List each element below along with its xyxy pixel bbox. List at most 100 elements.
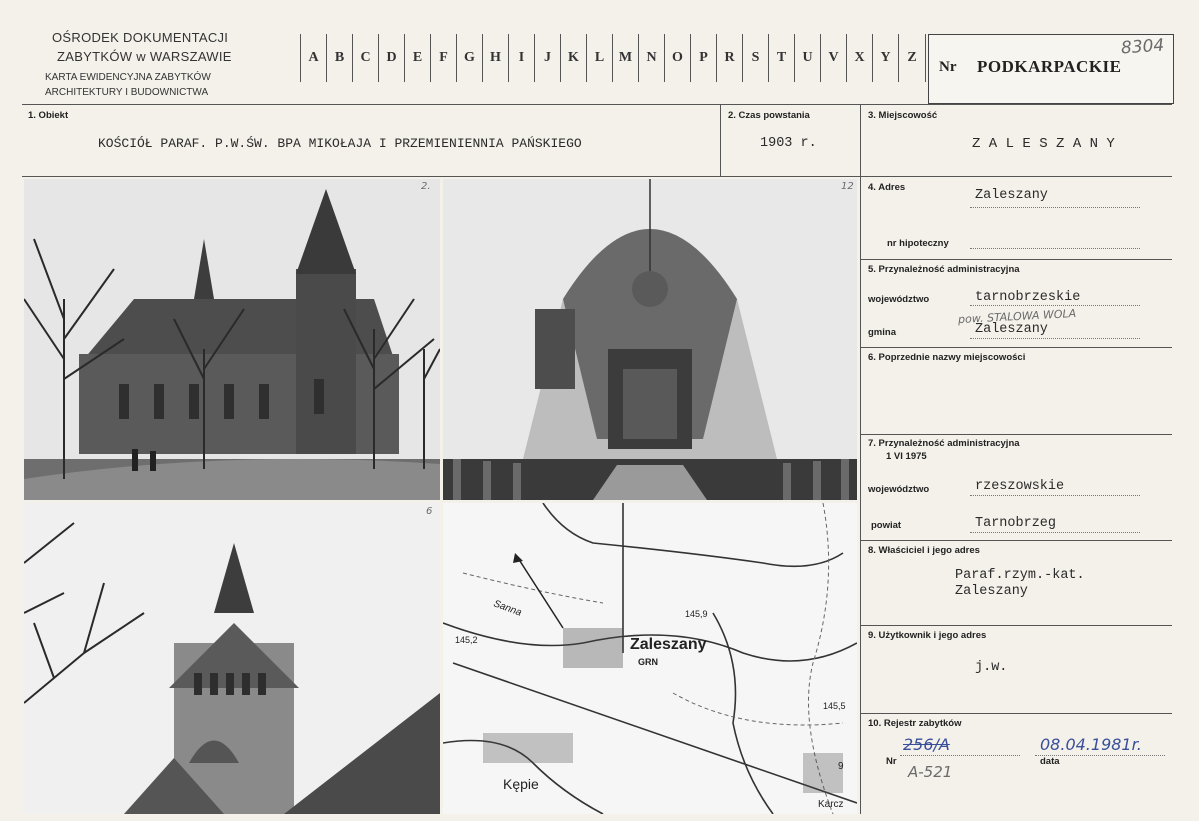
- gmina-label: gmina: [868, 327, 896, 338]
- rejestr-nr-extra: A-521: [908, 763, 953, 781]
- section-rule: [860, 259, 1172, 260]
- obiekt-label: 1. Obiekt: [28, 110, 69, 121]
- section-rule: [860, 434, 1172, 435]
- rejestr-nr-line: [900, 755, 1020, 756]
- uzytkownik-label: 9. Użytkownik i jego adres: [868, 630, 987, 641]
- czas-label: 2. Czas powstania: [728, 110, 810, 121]
- object-row-rule: [22, 176, 1172, 177]
- wojewodztwo-label: województwo: [868, 294, 930, 305]
- przynaleznosc-label: 5. Przynależność administracyjna: [868, 264, 1020, 275]
- map-elevation-3: 145,5: [823, 701, 846, 711]
- photo2-number: 12: [841, 181, 854, 192]
- alphabet-letter: I: [508, 34, 534, 82]
- adres-value: Zaleszany: [975, 188, 1048, 203]
- przynaleznosc1975-label: 7. Przynależność administracyjna: [868, 438, 1020, 449]
- przynaleznosc1975-date: 1 VI 1975: [886, 451, 927, 462]
- adres-line: [970, 207, 1140, 208]
- poprzednie-label: 6. Poprzednie nazwy miejscowości: [868, 352, 1026, 363]
- nr-value: PODKARPACKIE: [977, 57, 1122, 76]
- powiat-label: powiat: [871, 520, 902, 531]
- map-grid-number: 9: [838, 761, 844, 772]
- divider: [720, 104, 721, 176]
- alphabet-letter: L: [586, 34, 612, 82]
- alphabet-letter: J: [534, 34, 560, 82]
- section-rule: [860, 713, 1172, 714]
- powiat-line: [970, 532, 1140, 533]
- church-interior-image: [443, 179, 857, 500]
- institution-name-line1: OŚRODEK DOKUMENTACJI: [52, 30, 229, 45]
- alphabet-letter: D: [378, 34, 404, 82]
- header-rule: [22, 104, 1172, 105]
- alphabet-letter: O: [664, 34, 690, 82]
- wlasciciel-line2: Zaleszany: [955, 584, 1028, 599]
- alphabet-letter: A: [300, 34, 326, 82]
- card-type-line2: ARCHITEKTURY I BUDOWNICTWA: [45, 87, 209, 98]
- miejscowosc-value: Z A L E S Z A N Y: [972, 136, 1115, 152]
- rejestr-data-value: 08.04.1981r.: [1040, 735, 1142, 754]
- map-elevation-1: 145,2: [455, 635, 478, 645]
- photo3-number: 6: [426, 506, 433, 517]
- section-rule: [860, 347, 1172, 348]
- miejscowosc-label: 3. Miejscowość: [868, 110, 938, 121]
- wojewodztwo1975-value: rzeszowskie: [975, 479, 1065, 494]
- alphabet-letter: K: [560, 34, 586, 82]
- institution-name-line2: ZABYTKÓW w WARSZAWIE: [57, 49, 232, 64]
- alphabet-letter: B: [326, 34, 352, 82]
- church-exterior-image: [24, 179, 440, 500]
- rejestr-nr-value: 256/A: [903, 735, 950, 754]
- alphabet-index: ABCDEFGHIJKLMNOPRSTUVXYZ: [300, 34, 926, 82]
- obiekt-value: KOŚCIÓŁ PARAF. P.W.ŚW. BPA MIKOŁAJA I PR…: [98, 136, 582, 151]
- map-town-label: Zaleszany: [630, 636, 707, 653]
- alphabet-letter: R: [716, 34, 742, 82]
- rejestr-nr-label: Nr: [886, 756, 897, 767]
- wojewodztwo-line: [970, 305, 1140, 306]
- alphabet-letter: N: [638, 34, 664, 82]
- alphabet-letter: Z: [898, 34, 926, 82]
- gmina-line: [970, 338, 1140, 339]
- alphabet-letter: E: [404, 34, 430, 82]
- adres-label: 4. Adres: [868, 182, 906, 193]
- wlasciciel-label: 8. Właściciel i jego adres: [868, 545, 980, 556]
- alphabet-letter: H: [482, 34, 508, 82]
- photo1-number: 2.: [421, 181, 431, 192]
- nr-stamp: 8304: [1120, 35, 1165, 59]
- alphabet-letter: V: [820, 34, 846, 82]
- alphabet-letter: C: [352, 34, 378, 82]
- nr-box: Nr PODKARPACKIE 8304: [928, 34, 1174, 104]
- alphabet-letter: U: [794, 34, 820, 82]
- nr-label: Nr: [939, 59, 957, 75]
- photo-church-exterior: 2.: [24, 179, 440, 500]
- alphabet-letter: G: [456, 34, 482, 82]
- gmina-value: Zaleszany: [975, 322, 1048, 337]
- powiat-value: Tarnobrzeg: [975, 516, 1057, 531]
- map-grn-label: GRN: [638, 657, 658, 667]
- alphabet-letter: Y: [872, 34, 898, 82]
- map-village-kepie: Kępie: [503, 776, 539, 792]
- church-tower-image: [24, 503, 440, 814]
- photo-location-map: Zaleszany GRN Sanna 145,2 145,9 145,5 Kę…: [443, 503, 857, 814]
- alphabet-letter: M: [612, 34, 638, 82]
- hipoteczny-line: [970, 248, 1140, 249]
- czas-value: 1903 r.: [760, 136, 817, 151]
- alphabet-letter: X: [846, 34, 872, 82]
- alphabet-letter: P: [690, 34, 716, 82]
- map-village-karcz: Karcz: [818, 799, 844, 810]
- alphabet-letter: F: [430, 34, 456, 82]
- photo-church-tower: 6: [24, 503, 440, 814]
- hipoteczny-label: nr hipoteczny: [887, 238, 949, 249]
- uzytkownik-value: j.w.: [975, 660, 1008, 675]
- alphabet-letter: S: [742, 34, 768, 82]
- section-rule: [860, 540, 1172, 541]
- section-rule: [860, 625, 1172, 626]
- card-type-line1: KARTA EWIDENCYJNA ZABYTKÓW: [45, 72, 211, 83]
- rejestr-data-label: data: [1040, 756, 1060, 767]
- alphabet-letter: T: [768, 34, 794, 82]
- wojewodztwo-value: tarnobrzeskie: [975, 290, 1081, 305]
- rejestr-label: 10. Rejestr zabytków: [868, 718, 962, 729]
- wojewodztwo1975-label: województwo: [868, 484, 930, 495]
- photo-church-interior: 12: [443, 179, 857, 500]
- map-elevation-2: 145,9: [685, 609, 708, 619]
- wlasciciel-line1: Paraf.rzym.-kat.: [955, 568, 1085, 583]
- right-column-divider: [860, 104, 861, 814]
- wojewodztwo1975-line: [970, 495, 1140, 496]
